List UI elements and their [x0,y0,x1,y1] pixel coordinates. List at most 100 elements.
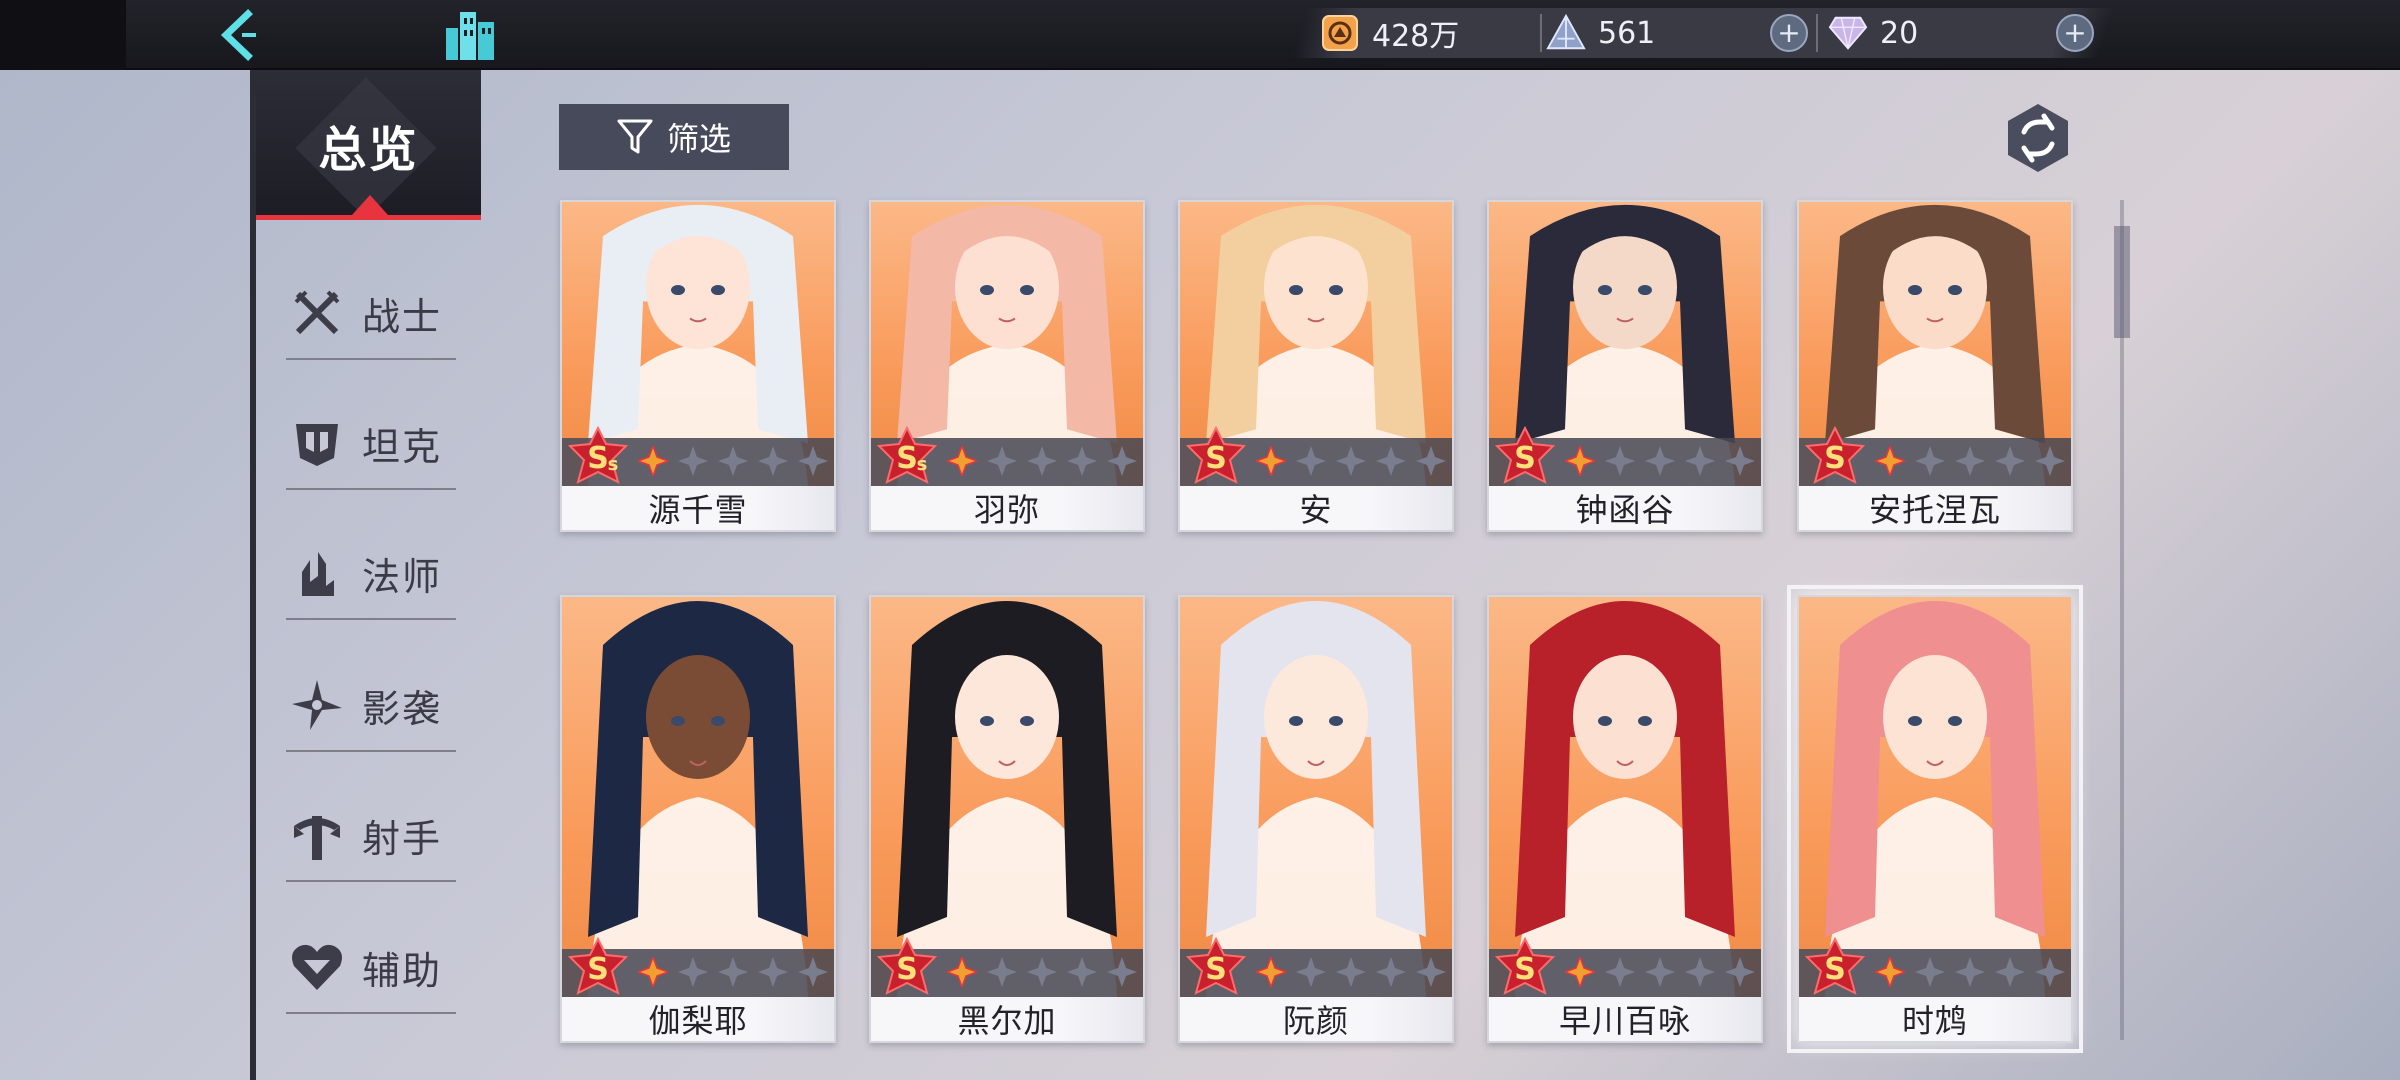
resource-divider [1816,14,1818,52]
hero-card[interactable]: S 早川百咏 [1487,595,1763,1043]
sidebar-item-label: 辅助 [362,948,443,993]
add-diamond-button[interactable]: + [2056,14,2094,52]
rank-s-icon: S [1186,426,1246,484]
hero-card[interactable]: S 阮颜 [1178,595,1454,1043]
hero-card[interactable]: S 钟函谷 [1487,200,1763,532]
star-rating [947,446,1137,476]
divider [286,750,456,752]
crystal-amount: 561 [1598,15,1656,51]
svg-text:S: S [1514,952,1536,987]
svg-text:S: S [1205,952,1227,987]
refresh-button[interactable] [2002,102,2074,174]
plus-icon: + [2063,16,2087,49]
star-filled-icon [947,957,977,987]
star-empty-icon [1416,446,1446,476]
star-empty-icon [1995,957,2025,987]
star-filled-icon [1256,957,1286,987]
star-empty-icon [678,446,708,476]
rank-s-icon: S [1186,937,1246,995]
diamond-gem-icon [1828,13,1868,53]
diamond-amount: 20 [1880,15,1919,51]
hero-name: 时鸩 [1799,997,2071,1041]
star-empty-icon [1067,446,1097,476]
star-filled-icon [638,957,668,987]
star-empty-icon [1376,446,1406,476]
star-rating [1875,446,2065,476]
refresh-cycle-icon [2008,104,2068,172]
tab-overview[interactable]: 总览 [256,70,481,220]
star-empty-icon [718,957,748,987]
divider [286,488,456,490]
hero-card[interactable]: S 伽梨耶 [560,595,836,1043]
star-filled-icon [1256,446,1286,476]
hero-card[interactable]: S 时鸩 [1787,585,2083,1053]
diamond-resource: 20 [1828,10,1918,56]
star-empty-icon [987,957,1017,987]
rank-s-icon: Ss [877,426,937,484]
gold-amount: 428万 [1372,19,1460,54]
sidebar-item-marksman[interactable]: 射手 [286,780,456,890]
svg-text:s: s [608,454,619,475]
svg-text:S: S [587,952,609,987]
sidebar-item-warrior[interactable]: 战士 [286,258,456,368]
hero-card[interactable]: S 黑尔加 [869,595,1145,1043]
star-empty-icon [1376,957,1406,987]
shield-helmet-icon [290,416,344,470]
scrollbar-thumb[interactable] [2114,226,2130,338]
sidebar-item-tank[interactable]: 坦克 [286,388,456,498]
star-empty-icon [798,957,828,987]
hero-portrait: S [1799,597,2071,997]
star-rating [1565,446,1755,476]
star-empty-icon [2035,957,2065,987]
rank-s-icon: S [877,937,937,995]
star-empty-icon [1645,446,1675,476]
divider [286,618,456,620]
star-empty-icon [718,446,748,476]
hero-name: 羽弥 [871,486,1143,530]
filter-button[interactable]: 筛选 [559,104,789,170]
hero-card[interactable]: Ss 源千雪 [560,200,836,532]
star-empty-icon [987,446,1017,476]
star-empty-icon [1955,957,1985,987]
sidebar-item-assassin[interactable]: 影袭 [286,650,456,760]
svg-text:S: S [1514,441,1536,476]
star-empty-icon [1336,957,1366,987]
svg-text:S: S [896,952,918,987]
hero-card[interactable]: Ss 羽弥 [869,200,1145,532]
star-rating [638,446,828,476]
star-empty-icon [1336,446,1366,476]
star-filled-icon [947,446,977,476]
sidebar-item-label: 战士 [362,294,443,339]
add-crystal-button[interactable]: + [1770,14,1808,52]
sidebar-item-support[interactable]: 辅助 [286,912,456,1022]
hero-portrait: S [1180,597,1452,997]
sidebar-item-label: 坦克 [362,424,443,469]
hero-portrait: S [871,597,1143,997]
star-rating [1875,957,2065,987]
star-empty-icon [1067,957,1097,987]
hero-portrait: S [1489,597,1761,997]
hero-name: 伽梨耶 [562,997,834,1041]
star-empty-icon [1107,957,1137,987]
star-empty-icon [1645,957,1675,987]
filter-label: 筛选 [666,120,731,158]
back-arrow-icon [220,9,256,61]
sidebar-item-mage[interactable]: 法师 [286,518,456,628]
crystal-resource: 561 [1546,10,1655,56]
funnel-icon [617,119,653,154]
star-rating [1565,957,1755,987]
back-button[interactable] [208,6,268,64]
topbar-left-shade [0,0,126,70]
sidebar-item-label: 射手 [362,816,443,861]
shuriken-icon [290,678,344,732]
hero-card[interactable]: S 安托涅瓦 [1797,200,2073,532]
city-buildings-icon [446,12,494,60]
star-filled-icon [1875,957,1905,987]
hero-portrait: S [1489,202,1761,486]
home-button[interactable] [440,4,500,64]
hero-card[interactable]: S安 [1178,200,1454,532]
star-empty-icon [1995,446,2025,476]
mage-staff-icon [290,546,344,600]
top-bar: 428万 561 + 20 + [0,0,2400,70]
star-empty-icon [2035,446,2065,476]
